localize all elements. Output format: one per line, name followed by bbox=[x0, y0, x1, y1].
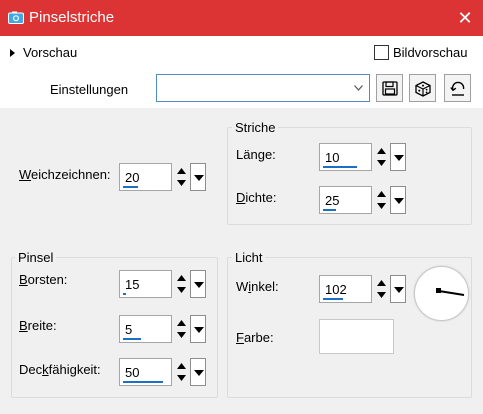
density-label-text: Dichte: bbox=[236, 190, 277, 205]
light-color-swatch[interactable] bbox=[319, 319, 394, 354]
reset-button[interactable] bbox=[444, 74, 471, 102]
density-label: Dichte: bbox=[236, 190, 276, 206]
density-level-bar bbox=[323, 209, 336, 211]
color-label: Farbe: bbox=[236, 330, 274, 346]
caret-down-icon bbox=[194, 327, 204, 333]
close-button[interactable]: ✕ bbox=[455, 8, 475, 28]
soften-value: 20 bbox=[125, 170, 140, 185]
angle-dial-needle-icon bbox=[436, 288, 465, 296]
settings-dropdown[interactable] bbox=[156, 74, 370, 102]
width-label-text: Breite: bbox=[19, 318, 57, 333]
bristles-input[interactable]: 15 bbox=[119, 270, 172, 298]
length-value: 10 bbox=[325, 150, 340, 165]
density-dropdown-button[interactable] bbox=[390, 186, 406, 214]
caret-down-icon bbox=[194, 175, 204, 181]
angle-level-bar bbox=[323, 298, 343, 300]
length-spinbox: 10 bbox=[319, 143, 406, 171]
opacity-value: 50 bbox=[125, 365, 140, 380]
chevron-down-icon bbox=[354, 85, 363, 91]
caret-down-icon bbox=[394, 155, 404, 161]
width-stepper[interactable] bbox=[173, 315, 190, 343]
stepper-arrows-icon bbox=[377, 191, 386, 209]
light-group-title: Licht bbox=[232, 250, 266, 265]
soften-stepper[interactable] bbox=[173, 163, 190, 191]
length-dropdown-button[interactable] bbox=[390, 143, 406, 171]
bristles-spinbox: 15 bbox=[119, 270, 206, 298]
length-stepper[interactable] bbox=[373, 143, 390, 171]
preview-toggle[interactable]: Vorschau bbox=[10, 45, 77, 61]
triangle-right-icon bbox=[10, 48, 15, 57]
density-spinbox: 25 bbox=[319, 186, 406, 214]
brush-group-title: Pinsel bbox=[15, 250, 57, 265]
density-stepper[interactable] bbox=[373, 186, 390, 214]
angle-label: Winkel: bbox=[236, 279, 279, 295]
bristles-stepper[interactable] bbox=[173, 270, 190, 298]
preview-label: Vorschau bbox=[23, 45, 78, 60]
opacity-level-bar bbox=[123, 381, 163, 383]
opacity-dropdown-button[interactable] bbox=[190, 358, 206, 386]
length-level-bar bbox=[323, 166, 357, 168]
width-dropdown-button[interactable] bbox=[190, 315, 206, 343]
dice-icon bbox=[415, 81, 431, 97]
stepper-arrows-icon bbox=[177, 320, 186, 338]
image-preview-label: Bildvorschau bbox=[393, 45, 468, 60]
caret-down-icon bbox=[194, 282, 204, 288]
soften-label: Weichzeichnen: bbox=[19, 167, 111, 182]
angle-dropdown-button[interactable] bbox=[390, 275, 406, 303]
width-level-bar bbox=[123, 338, 141, 340]
stepper-arrows-icon bbox=[177, 363, 186, 381]
caret-down-icon bbox=[194, 370, 204, 376]
bristles-value: 15 bbox=[125, 277, 140, 292]
bristles-label-text: Borsten: bbox=[19, 272, 68, 287]
stepper-arrows-icon bbox=[177, 275, 186, 293]
density-value: 25 bbox=[325, 193, 340, 208]
camera-icon bbox=[8, 11, 24, 24]
opacity-label-text: Deckfähigkeit: bbox=[19, 362, 101, 377]
color-label-text: Farbe: bbox=[236, 330, 274, 345]
opacity-label: Deckfähigkeit: bbox=[19, 362, 101, 378]
soften-dropdown-button[interactable] bbox=[190, 163, 206, 191]
save-preset-button[interactable] bbox=[376, 74, 403, 102]
angle-spinbox: 102 bbox=[319, 275, 406, 303]
settings-label: Einstellungen bbox=[50, 82, 129, 97]
width-value: 5 bbox=[125, 322, 133, 337]
angle-dial[interactable] bbox=[414, 266, 469, 321]
window-title: Pinselstriche bbox=[29, 9, 115, 26]
reset-icon bbox=[450, 81, 465, 96]
opacity-spinbox: 50 bbox=[119, 358, 206, 386]
image-preview-checkbox[interactable] bbox=[374, 45, 389, 60]
caret-down-icon bbox=[394, 198, 404, 204]
close-icon: ✕ bbox=[457, 8, 473, 28]
bristles-dropdown-button[interactable] bbox=[190, 270, 206, 298]
stepper-arrows-icon bbox=[377, 280, 386, 298]
opacity-stepper[interactable] bbox=[173, 358, 190, 386]
bristles-label: Borsten: bbox=[19, 272, 67, 288]
soften-spinbox: 20 bbox=[119, 163, 206, 191]
randomize-button[interactable] bbox=[409, 74, 436, 102]
bristles-level-bar bbox=[123, 293, 126, 295]
soften-label-text: eichzeichnen: bbox=[31, 167, 111, 182]
length-label-text: Länge: bbox=[236, 147, 276, 162]
width-label: Breite: bbox=[19, 318, 57, 334]
length-label: Länge: bbox=[236, 147, 276, 163]
strokes-group-title: Striche bbox=[232, 120, 279, 135]
stepper-arrows-icon bbox=[377, 148, 386, 166]
save-icon bbox=[382, 81, 398, 96]
angle-label-text: Winkel: bbox=[236, 279, 279, 294]
width-spinbox: 5 bbox=[119, 315, 206, 343]
angle-value: 102 bbox=[325, 282, 347, 297]
caret-down-icon bbox=[394, 287, 404, 293]
angle-stepper[interactable] bbox=[373, 275, 390, 303]
soften-level-bar bbox=[123, 186, 138, 188]
stepper-arrows-icon bbox=[177, 168, 186, 186]
